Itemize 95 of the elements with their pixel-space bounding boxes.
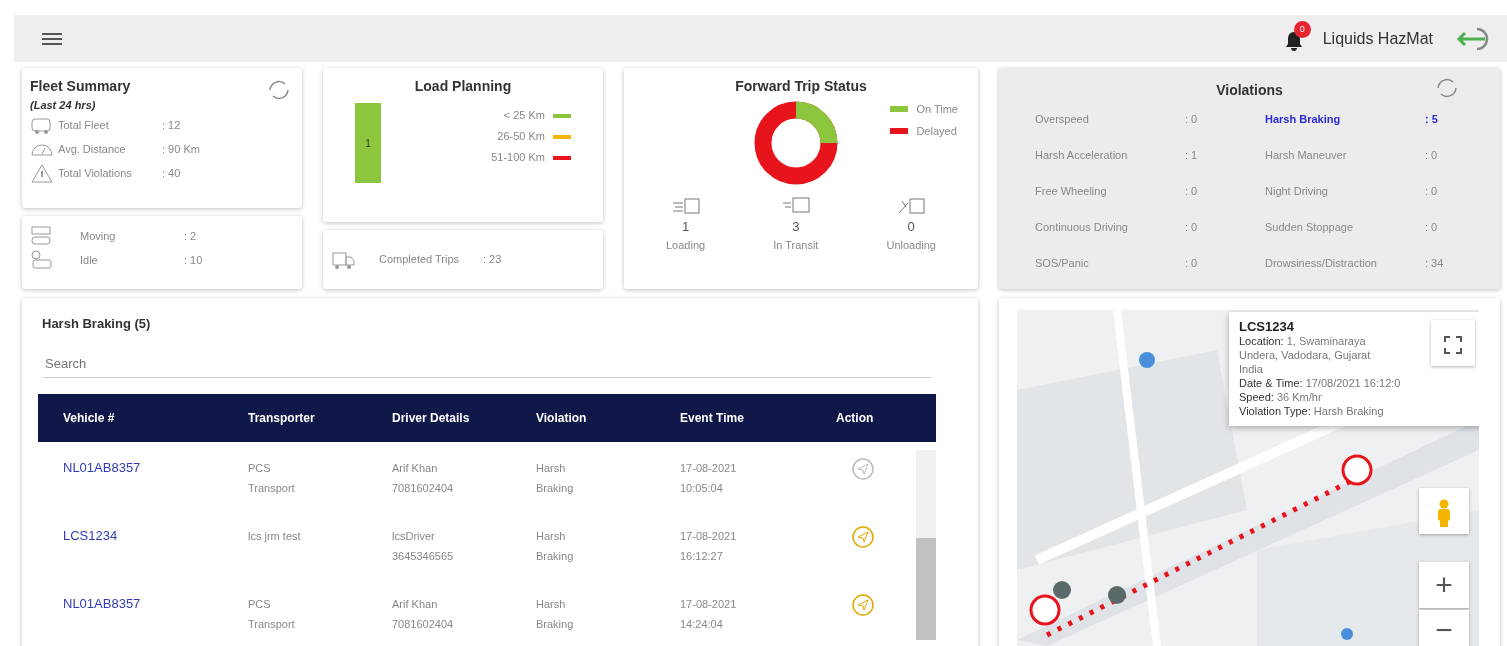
notification-badge: 0 bbox=[1293, 20, 1311, 38]
violation-count: : 0 bbox=[1185, 111, 1199, 127]
stat-value: : 90 Km bbox=[162, 142, 200, 158]
user-name: Liquids HazMat bbox=[1322, 28, 1433, 49]
navigate-icon[interactable] bbox=[852, 594, 874, 616]
legend-label: < 25 Km bbox=[503, 108, 545, 124]
street-view-button[interactable] bbox=[1419, 488, 1469, 534]
stat-label: Idle bbox=[80, 252, 99, 268]
column-header: Vehicle # bbox=[63, 410, 116, 427]
stage-count: 0 bbox=[907, 218, 915, 236]
violation-count: : 34 bbox=[1425, 255, 1445, 271]
popup-text: Date & Time: 17/08/2021 16:12:0 bbox=[1239, 377, 1401, 389]
table-cell-text: Harsh Braking bbox=[536, 461, 575, 496]
refresh-icon[interactable] bbox=[1434, 76, 1460, 100]
stat-label: Total Violations bbox=[58, 166, 133, 182]
vehicle-link[interactable]: NL01AB8357 bbox=[63, 594, 248, 614]
stage-label: Unloading bbox=[886, 237, 936, 253]
violation-link[interactable]: SOS/Panic bbox=[1035, 245, 1185, 281]
violation-count: : 0 bbox=[1425, 219, 1439, 235]
popup-text: India bbox=[1239, 363, 1263, 375]
violation-count: : 5 bbox=[1425, 111, 1439, 127]
legend-label: On Time bbox=[916, 101, 958, 117]
stage-label: In Transit bbox=[773, 237, 819, 253]
zoom-in-button[interactable]: + bbox=[1419, 562, 1469, 608]
zoom-out-button[interactable]: − bbox=[1419, 610, 1469, 646]
popup-text: Violation Type: Harsh Braking bbox=[1239, 405, 1384, 417]
column-header: Transporter bbox=[248, 410, 316, 427]
violation-link[interactable]: Drowsiness/Distraction bbox=[1265, 245, 1425, 281]
stat-label: Avg. Distance bbox=[58, 142, 127, 158]
violation-count: : 0 bbox=[1185, 219, 1199, 235]
menu-icon[interactable] bbox=[42, 31, 62, 46]
column-header: Action bbox=[836, 410, 875, 427]
person-icon bbox=[1436, 498, 1452, 527]
table-cell-text: PCS Transport bbox=[248, 597, 296, 632]
popup-text: Undera, Vadodara, Gujarat bbox=[1239, 349, 1371, 361]
table-cell-text: Harsh Braking bbox=[536, 597, 575, 632]
bar-label: 1 bbox=[365, 136, 371, 151]
table-cell-text: lcsDriver 3645346565 bbox=[392, 529, 455, 564]
violation-link[interactable]: Night Driving bbox=[1265, 173, 1425, 209]
violation-link[interactable]: Continuous Driving bbox=[1035, 209, 1185, 245]
popup-text: Speed: 36 Km/hr bbox=[1239, 391, 1322, 403]
table-cell-text: 17-08-2021 10:05:04 bbox=[680, 461, 738, 496]
popup-text: Location: 1, Swaminaraya bbox=[1239, 335, 1366, 347]
bell-icon[interactable] bbox=[1284, 30, 1303, 51]
stat-value: : 40 bbox=[162, 166, 181, 182]
table-cell-text: PCS Transport bbox=[248, 461, 296, 496]
fullscreen-button[interactable] bbox=[1431, 320, 1475, 366]
column-header: Driver Details bbox=[392, 410, 471, 427]
popup-title: LCS1234 bbox=[1239, 320, 1295, 334]
section-title: Harsh Braking (5) bbox=[42, 315, 152, 333]
violation-link[interactable]: Free Wheeling bbox=[1035, 173, 1185, 209]
legend-label: 26-50 Km bbox=[497, 129, 545, 145]
stat-value: : 2 bbox=[184, 228, 197, 244]
stat-value: : 23 bbox=[483, 252, 502, 268]
fullscreen-icon bbox=[1444, 336, 1462, 355]
navigate-icon[interactable] bbox=[852, 526, 874, 548]
violation-count: : 1 bbox=[1185, 147, 1199, 163]
table-cell-text: 17-08-2021 14:24:04 bbox=[680, 597, 738, 632]
violation-count: : 0 bbox=[1425, 147, 1439, 163]
card-title: Violations bbox=[1216, 81, 1283, 100]
vehicle-link[interactable]: NL01AB8357 bbox=[63, 458, 248, 478]
violation-count: : 0 bbox=[1185, 255, 1199, 271]
card-title: Fleet Summary bbox=[30, 77, 131, 96]
card-subtitle: (Last 24 hrs) bbox=[30, 98, 97, 113]
table-cell-text: Arif Khan 7081602404 bbox=[392, 597, 455, 632]
stage-label: Loading bbox=[666, 237, 706, 253]
refresh-icon[interactable] bbox=[266, 78, 292, 102]
violation-link[interactable]: Harsh Maneuver bbox=[1265, 137, 1425, 173]
table-cell-text: 17-08-2021 16:12:27 bbox=[680, 529, 738, 564]
table-cell-text: lcs jrm test bbox=[248, 529, 302, 544]
warning-icon bbox=[30, 162, 54, 185]
violation-count: : 0 bbox=[1425, 183, 1439, 199]
stage-count: 3 bbox=[792, 218, 800, 236]
violation-count: : 0 bbox=[1185, 183, 1199, 199]
stat-label: Total Fleet bbox=[58, 118, 110, 134]
legend-label: Delayed bbox=[916, 123, 957, 139]
stage-count: 1 bbox=[681, 218, 690, 236]
stat-label: Moving bbox=[80, 228, 117, 244]
violation-link[interactable]: Overspeed bbox=[1035, 101, 1185, 137]
violation-link[interactable]: Harsh Braking bbox=[1265, 101, 1425, 137]
vehicle-link[interactable]: LCS1234 bbox=[63, 526, 248, 546]
scrollbar[interactable] bbox=[916, 450, 936, 640]
violation-link[interactable]: Sudden Stoppage bbox=[1265, 209, 1425, 245]
stat-value: : 12 bbox=[162, 118, 181, 134]
table-cell-text: Arif Khan 7081602404 bbox=[392, 461, 455, 496]
stat-value: : 10 bbox=[184, 252, 203, 268]
column-header: Violation bbox=[536, 410, 588, 427]
navigate-icon[interactable] bbox=[852, 458, 874, 480]
table-cell-text: Harsh Braking bbox=[536, 529, 575, 564]
card-title: Forward Trip Status bbox=[735, 77, 867, 96]
card-title: Load Planning bbox=[414, 77, 512, 96]
stat-label: Completed Trips bbox=[379, 252, 461, 268]
column-header: Event Time bbox=[680, 410, 745, 427]
legend-label: 51-100 Km bbox=[491, 150, 545, 166]
violation-link[interactable]: Harsh Acceleration bbox=[1035, 137, 1185, 173]
